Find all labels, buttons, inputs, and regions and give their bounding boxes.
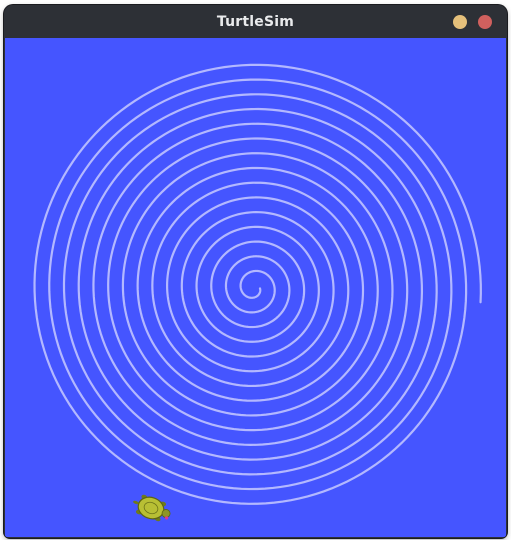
desktop-background: TurtleSim xyxy=(0,0,511,540)
window-titlebar[interactable]: TurtleSim xyxy=(4,5,507,38)
canvas-background xyxy=(5,38,506,537)
window-title: TurtleSim xyxy=(216,13,295,30)
minimize-button[interactable] xyxy=(453,15,467,29)
close-button[interactable] xyxy=(478,15,492,29)
turtle-canvas[interactable] xyxy=(5,38,506,537)
turtle-canvas-svg xyxy=(5,38,506,537)
turtlesim-window[interactable]: TurtleSim xyxy=(4,5,507,538)
